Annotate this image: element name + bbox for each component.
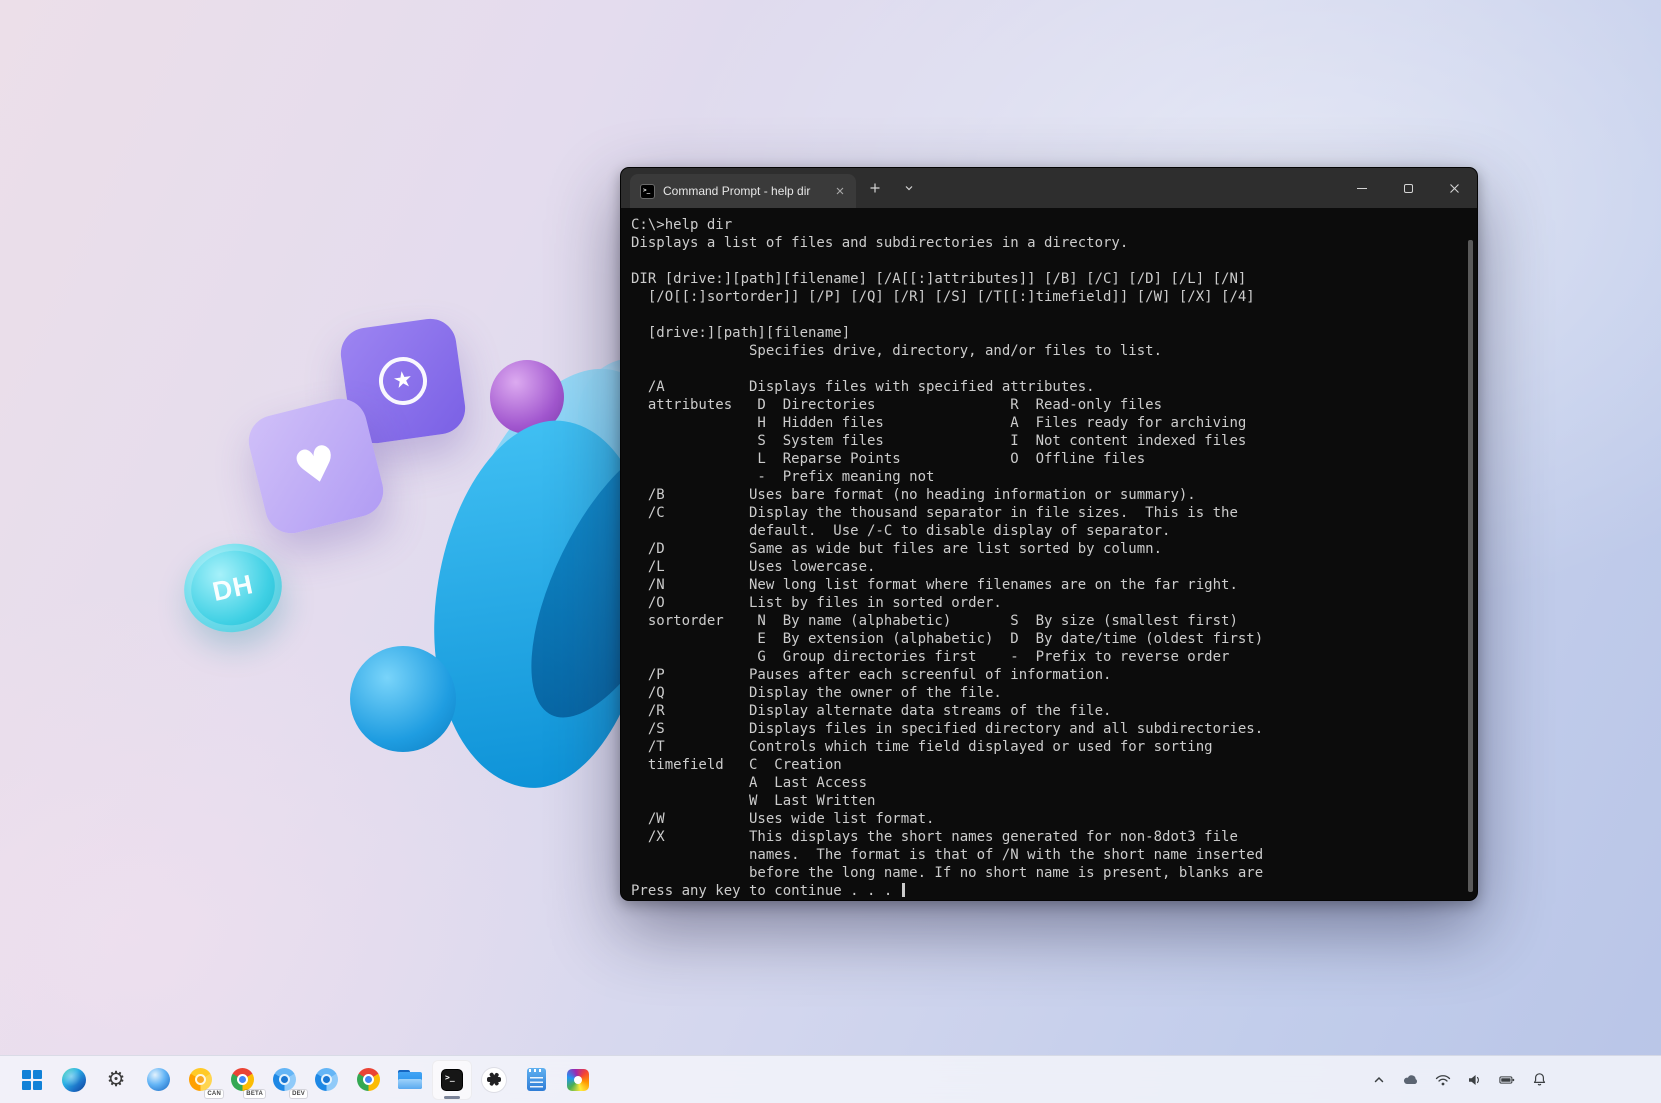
terminal-viewport[interactable]: C:\>help dir Displays a list of files an…	[621, 208, 1477, 901]
terminal-cursor	[902, 883, 905, 897]
system-tray	[1365, 1066, 1649, 1094]
taskbar-chrome-canary-button[interactable]: CAN	[180, 1060, 220, 1100]
command-prompt-icon: >_	[441, 1069, 463, 1091]
taskbar-settings-button[interactable]: ⚙	[96, 1060, 136, 1100]
close-button[interactable]	[1431, 168, 1477, 208]
taskbar: ⚙ CAN BETA DEV	[0, 1055, 1661, 1103]
window-controls	[1339, 168, 1477, 208]
gear-icon: ⚙	[107, 1069, 126, 1090]
minimize-icon	[1357, 188, 1367, 189]
photos-icon	[567, 1069, 589, 1091]
taskbar-chromium-button[interactable]	[306, 1060, 346, 1100]
tab-title: Command Prompt - help dir	[663, 184, 822, 198]
star-icon: ★	[392, 369, 415, 394]
start-button[interactable]	[12, 1060, 52, 1100]
network-button[interactable]	[1429, 1066, 1457, 1094]
new-tab-button[interactable]	[860, 174, 890, 202]
titlebar-drag-area[interactable]	[924, 168, 1339, 208]
award-badge-icon: ★	[376, 354, 430, 408]
dev-badge: DEV	[290, 1090, 307, 1098]
tab-command-prompt[interactable]: >_ Command Prompt - help dir	[630, 174, 856, 208]
chrome-beta-icon	[231, 1068, 254, 1091]
taskbar-chrome-dev-button[interactable]: DEV	[264, 1060, 304, 1100]
hidden-icons-button[interactable]	[1365, 1066, 1393, 1094]
taskbar-chatgpt-button[interactable]	[474, 1060, 514, 1100]
notifications-button[interactable]	[1525, 1066, 1553, 1094]
wifi-icon	[1435, 1073, 1451, 1087]
active-app-indicator	[444, 1096, 460, 1099]
onedrive-button[interactable]	[1397, 1066, 1425, 1094]
taskbar-pinned-apps: ⚙ CAN BETA DEV	[12, 1060, 598, 1100]
maximize-button[interactable]	[1385, 168, 1431, 208]
battery-button[interactable]	[1493, 1066, 1521, 1094]
wallpaper-disc: DH	[176, 535, 290, 641]
speaker-icon	[1467, 1073, 1483, 1087]
chromium-icon	[315, 1068, 338, 1091]
chatgpt-icon	[482, 1068, 506, 1092]
bell-icon	[1532, 1072, 1547, 1087]
terminal-scrollbar[interactable]	[1466, 212, 1475, 898]
chevron-down-icon	[904, 183, 914, 193]
maximize-icon	[1404, 184, 1413, 193]
window-titlebar[interactable]: >_ Command Prompt - help dir	[621, 168, 1477, 208]
volume-button[interactable]	[1461, 1066, 1489, 1094]
scrollbar-thumb[interactable]	[1468, 240, 1473, 892]
terminal-output: C:\>help dir Displays a list of files an…	[631, 216, 1463, 900]
blue-app-icon	[147, 1068, 170, 1091]
battery-icon	[1499, 1074, 1515, 1086]
windows-logo-icon	[22, 1070, 42, 1090]
taskbar-file-explorer-button[interactable]	[390, 1060, 430, 1100]
taskbar-blue-app-button[interactable]	[138, 1060, 178, 1100]
wallpaper-disc-label: DH	[210, 569, 257, 608]
taskbar-chrome-button[interactable]	[348, 1060, 388, 1100]
chevron-up-icon	[1372, 1073, 1386, 1087]
terminal-window: >_ Command Prompt - help dir C:\>	[620, 167, 1478, 901]
beta-badge: BETA	[244, 1090, 265, 1098]
edge-icon	[62, 1068, 86, 1092]
tab-close-icon[interactable]	[830, 181, 850, 201]
notepad-icon	[527, 1068, 546, 1091]
canary-badge: CAN	[205, 1090, 223, 1098]
taskbar-notepad-button[interactable]	[516, 1060, 556, 1100]
chrome-icon	[357, 1068, 380, 1091]
taskbar-edge-button[interactable]	[54, 1060, 94, 1100]
desktop: ★ ♥ DH >_ Command Prompt - help dir	[0, 0, 1661, 1103]
cloud-icon	[1403, 1073, 1419, 1087]
chrome-dev-icon	[273, 1068, 296, 1091]
taskbar-chrome-beta-button[interactable]: BETA	[222, 1060, 262, 1100]
plus-icon	[869, 182, 881, 194]
heart-icon: ♥	[289, 438, 342, 495]
chrome-canary-icon	[189, 1068, 212, 1091]
taskbar-photos-button[interactable]	[558, 1060, 598, 1100]
cmd-icon: >_	[640, 184, 655, 199]
tab-dropdown-button[interactable]	[894, 174, 924, 202]
minimize-button[interactable]	[1339, 168, 1385, 208]
wallpaper-sphere-blue	[350, 646, 456, 752]
close-icon	[1449, 183, 1460, 194]
folder-icon	[398, 1070, 422, 1089]
taskbar-command-prompt-button[interactable]: >_	[432, 1060, 472, 1100]
